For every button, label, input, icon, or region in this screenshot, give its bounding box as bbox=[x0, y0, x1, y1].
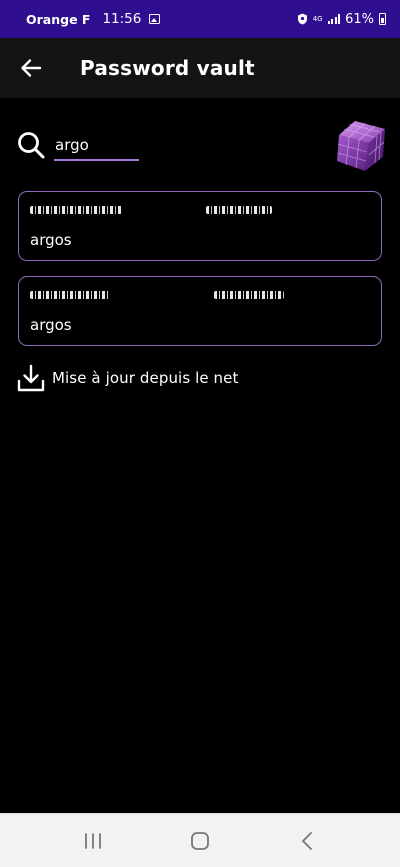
password-entry-card[interactable]: argos bbox=[18, 276, 382, 346]
signal-icon bbox=[327, 14, 341, 24]
recent-apps-button[interactable] bbox=[63, 821, 123, 861]
back-icon bbox=[301, 831, 312, 850]
network-type: 4G bbox=[312, 14, 323, 23]
battery-icon bbox=[379, 13, 386, 25]
redacted-password bbox=[214, 291, 284, 299]
search-field[interactable] bbox=[54, 127, 139, 161]
nav-back-button[interactable] bbox=[277, 821, 337, 861]
app-bar: Password vault bbox=[0, 38, 400, 98]
status-bar: Orange F 11:56 4G 61% bbox=[0, 0, 400, 38]
entry-name: argos bbox=[30, 316, 72, 334]
page-title: Password vault bbox=[80, 56, 255, 80]
cube-logo bbox=[337, 121, 385, 171]
home-button[interactable] bbox=[170, 821, 230, 861]
credential-row bbox=[30, 286, 370, 304]
credential-row bbox=[30, 201, 370, 219]
update-label: Mise à jour depuis le net bbox=[52, 369, 239, 387]
password-entry-card[interactable]: argos bbox=[18, 191, 382, 261]
update-from-net-button[interactable]: Mise à jour depuis le net bbox=[16, 363, 238, 393]
redacted-login bbox=[30, 206, 122, 214]
redacted-login bbox=[30, 291, 110, 299]
arrow-left-icon bbox=[21, 59, 42, 77]
search-row bbox=[0, 113, 400, 178]
entry-name: argos bbox=[30, 231, 72, 249]
vpn-key-icon bbox=[297, 13, 307, 25]
search-input[interactable] bbox=[54, 127, 139, 159]
redacted-password bbox=[206, 206, 272, 214]
search-icon[interactable] bbox=[16, 130, 46, 160]
status-right: 4G 61% bbox=[297, 12, 386, 27]
recent-apps-icon bbox=[85, 832, 102, 849]
clock: 11:56 bbox=[102, 11, 142, 27]
home-icon bbox=[191, 831, 209, 850]
image-notification-icon bbox=[149, 14, 161, 24]
system-nav-bar bbox=[0, 813, 400, 867]
carrier-label: Orange F bbox=[26, 11, 91, 27]
download-icon bbox=[17, 364, 45, 392]
back-button[interactable] bbox=[0, 38, 62, 98]
status-left: Orange F 11:56 bbox=[26, 11, 161, 27]
battery-percent: 61% bbox=[345, 11, 374, 27]
